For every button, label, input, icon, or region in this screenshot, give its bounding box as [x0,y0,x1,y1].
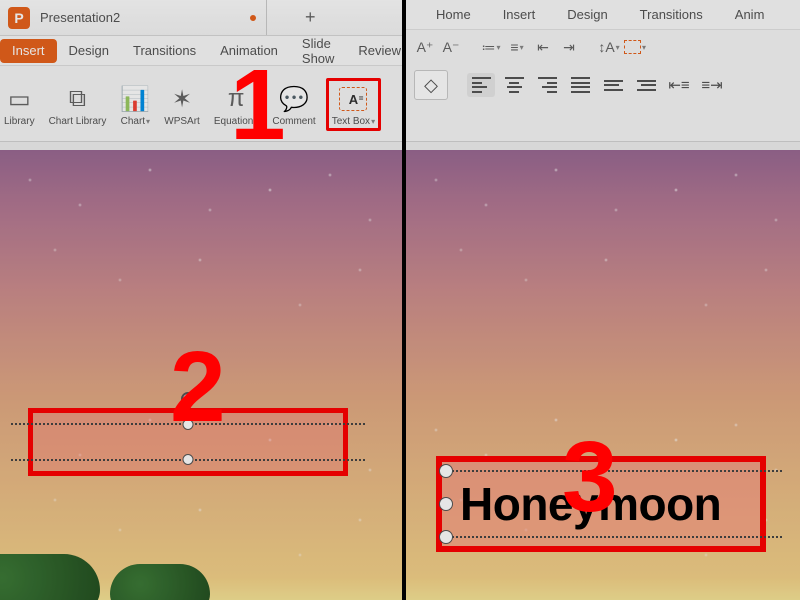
increase-column-button[interactable]: ⇤≡ [665,73,693,97]
textbox-icon: A [339,87,367,111]
app-icon: P [8,7,30,29]
resize-handle[interactable] [183,454,194,465]
ribbon: A⁺ A⁻ ≔▾ ≡▾ ⇤ ⇥ ↕A▾ ▾ ◇ [406,30,800,142]
tab-separator [266,0,267,35]
tab-design[interactable]: Design [57,36,121,65]
library-icon: ▭ [8,85,31,114]
tab-transitions[interactable]: Transitions [121,36,208,65]
spacing-group: ↕A▾ ▾ [598,38,646,56]
tab-insert[interactable]: Insert [487,7,552,22]
tab-anim[interactable]: Anim [719,7,781,22]
chevron-down-icon: ▾ [642,43,646,52]
numbering-button[interactable]: ≡▾ [506,38,528,56]
filled-textbox[interactable]: Honeymoon [436,456,766,552]
resize-handle[interactable] [439,497,453,511]
clear-formatting-button[interactable]: ◇ [414,70,448,100]
wpsart-icon: ✶ [172,85,192,114]
align-right-button[interactable] [533,73,561,97]
selection-guide [452,536,782,538]
empty-textbox[interactable]: ↻ [28,408,348,476]
chart-library-icon: ⧉ [69,85,86,113]
list-group: ≔▾ ≡▾ ⇤ ⇥ [480,38,580,56]
ribbon-comment-button[interactable]: 💬 Comment [268,80,319,129]
slide-canvas[interactable]: Honeymoon [406,150,800,600]
tab-animation[interactable]: Animation [208,36,290,65]
ribbon-tabs: Insert Design Transitions Animation Slid… [0,36,402,66]
slide-canvas[interactable]: ↻ [0,150,402,600]
ribbon-comment-label: Comment [272,116,315,127]
tab-home[interactable]: Home [420,7,487,22]
rotate-handle[interactable]: ↻ [181,392,195,406]
increase-font-button[interactable]: A⁺ [414,38,436,56]
decrease-indent-button[interactable]: ⇤ [532,38,554,56]
text-highlight-button[interactable]: ▾ [624,38,646,56]
ribbon-tabs: Home Insert Design Transitions Anim [406,0,800,30]
ribbon-wpsart-button[interactable]: ✶ WPSArt [160,80,204,129]
comment-icon: 💬 [279,85,309,114]
bullets-button[interactable]: ≔▾ [480,38,502,56]
document-title: Presentation2 [40,10,120,25]
bush-decoration [110,564,210,600]
resize-handle[interactable] [183,419,194,430]
ribbon-chart-library-label: Chart Library [49,116,107,127]
increase-indent-button[interactable]: ⇥ [558,38,580,56]
ribbon-chart-label: Chart [121,116,145,127]
align-left-button[interactable] [467,73,495,97]
ribbon-textbox-button[interactable]: A Text Box▾ [326,78,381,131]
ribbon-library-label: Library [4,116,35,127]
distribute-horizontal-button[interactable] [599,73,627,97]
left-panel: P Presentation2 + Insert Design Transiti… [0,0,406,600]
tab-slideshow[interactable]: Slide Show [290,36,347,65]
line-spacing-button[interactable]: ↕A▾ [598,38,620,56]
selection-guide [452,470,782,472]
ribbon-library-button[interactable]: ▭ Library [0,80,39,129]
new-tab-button[interactable]: + [299,7,321,28]
highlight-swatch-icon [624,40,641,54]
ribbon-chart-button[interactable]: 📊 Chart▾ [116,80,154,129]
chevron-down-icon: ▾ [146,117,150,126]
align-justify-button[interactable] [566,73,594,97]
ribbon-equation-button[interactable]: π Equation▾ [210,80,263,129]
decrease-font-button[interactable]: A⁻ [440,38,462,56]
chevron-down-icon: ▾ [520,43,524,52]
titlebar: P Presentation2 + [0,0,402,36]
chevron-down-icon: ▾ [254,117,258,126]
chevron-down-icon: ▾ [616,43,620,52]
chevron-down-icon: ▾ [371,117,375,126]
font-size-group: A⁺ A⁻ [414,38,462,56]
decrease-column-button[interactable]: ≡⇥ [698,73,726,97]
bush-decoration [0,554,100,600]
right-panel: Home Insert Design Transitions Anim A⁺ A… [406,0,800,600]
textbox-text[interactable]: Honeymoon [460,477,721,531]
ribbon-textbox-label: Text Box [332,116,370,127]
chevron-down-icon: ▾ [496,43,500,52]
tab-insert[interactable]: Insert [0,39,57,63]
distribute-vertical-button[interactable] [632,73,660,97]
ribbon-chart-library-button[interactable]: ⧉ Chart Library [45,80,111,129]
equation-icon: π [228,85,245,113]
tab-transitions[interactable]: Transitions [624,7,719,22]
ribbon: ▭ Library ⧉ Chart Library 📊 Chart▾ ✶ WPS… [0,66,402,142]
resize-handle[interactable] [439,464,453,478]
stars-decoration [0,150,402,600]
align-center-button[interactable] [500,73,528,97]
tab-design[interactable]: Design [551,7,623,22]
resize-handle[interactable] [439,530,453,544]
ribbon-equation-label: Equation [214,116,253,127]
unsaved-indicator [250,15,256,21]
ribbon-wpsart-label: WPSArt [164,116,200,127]
tab-review[interactable]: Review [346,36,413,65]
chart-icon: 📊 [120,85,150,114]
